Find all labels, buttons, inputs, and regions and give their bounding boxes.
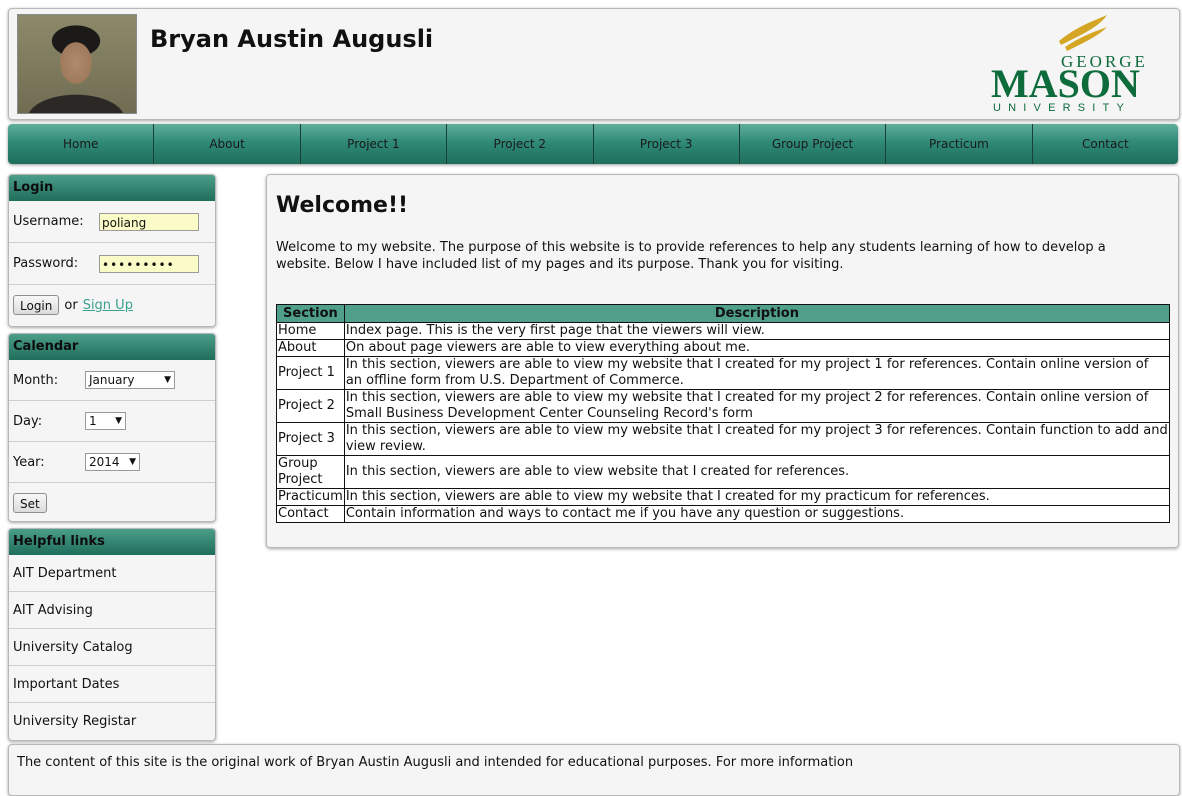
month-label: Month: — [13, 372, 59, 388]
table-cell-section: Group Project — [276, 455, 345, 489]
nav-group-project[interactable]: Group Project — [740, 124, 887, 164]
chevron-down-icon: ▼ — [164, 375, 171, 385]
day-row: Day: 1 ▼ — [9, 401, 215, 442]
link-university-registar[interactable]: University Registar — [9, 703, 215, 739]
main-nav: Home About Project 1 Project 2 Project 3… — [8, 124, 1178, 164]
table-cell-section: Practicum — [276, 488, 345, 506]
table-cell-section: Contact — [276, 505, 345, 523]
password-label: Password: — [13, 256, 79, 271]
nav-about[interactable]: About — [154, 124, 301, 164]
description-header: Description — [343, 304, 1171, 323]
or-text: or — [64, 297, 78, 313]
helpful-links-title: Helpful links — [9, 529, 215, 555]
password-input[interactable]: ••••••••• — [99, 254, 199, 273]
day-select[interactable]: 1 ▼ — [85, 412, 126, 430]
link-important-dates[interactable]: Important Dates — [9, 666, 215, 703]
day-value: 1 — [89, 414, 97, 428]
site-header: Bryan Austin Augusli GEORGE MASON UNIVER… — [8, 8, 1180, 120]
table-cell-section: Project 1 — [276, 356, 345, 390]
link-ait-advising[interactable]: AIT Advising — [9, 592, 215, 629]
table-row: Project 1 In this section, viewers are a… — [276, 356, 1171, 390]
table-cell-description: In this section, viewers are able to vie… — [343, 488, 1171, 506]
set-row: Set — [9, 483, 215, 523]
nav-contact[interactable]: Contact — [1033, 124, 1178, 164]
year-value: 2014 — [89, 455, 120, 469]
footer-text: The content of this site is the original… — [17, 755, 854, 770]
nav-project-3[interactable]: Project 3 — [594, 124, 740, 164]
calendar-box: Calendar Month: January ▼ Day: 1 ▼ Year:… — [8, 333, 216, 522]
table-row: Contact Contain information and ways to … — [276, 505, 1171, 523]
year-label: Year: — [13, 454, 45, 470]
signup-link[interactable]: Sign Up — [83, 298, 133, 313]
link-university-catalog[interactable]: University Catalog — [9, 629, 215, 666]
table-cell-description: On about page viewers are able to view e… — [343, 339, 1171, 357]
nav-project-2[interactable]: Project 2 — [447, 124, 594, 164]
intro-text: Welcome to my website. The purpose of th… — [276, 240, 1106, 272]
nav-practicum[interactable]: Practicum — [886, 124, 1033, 164]
table-cell-description: Index page. This is the very first page … — [343, 322, 1171, 340]
table-cell-section: Project 2 — [276, 389, 345, 423]
table-row: Practicum In this section, viewers are a… — [276, 488, 1171, 506]
link-ait-department[interactable]: AIT Department — [9, 555, 215, 592]
table-cell-description: In this section, viewers are able to vie… — [343, 422, 1171, 456]
username-row: Username: poliang — [9, 201, 215, 243]
login-actions-row: Login or Sign Up — [9, 285, 215, 325]
calendar-title: Calendar — [9, 334, 215, 360]
table-row: About On about page viewers are able to … — [276, 339, 1171, 357]
table-row: Project 3 In this section, viewers are a… — [276, 422, 1171, 456]
table-cell-description: In this section, viewers are able to vie… — [343, 389, 1171, 423]
table-cell-description: In this section, viewers are able to vie… — [343, 455, 1171, 489]
site-footer: The content of this site is the original… — [8, 744, 1180, 796]
username-input[interactable]: poliang — [99, 212, 199, 231]
table-cell-section: About — [276, 339, 345, 357]
month-select[interactable]: January ▼ — [85, 371, 175, 389]
table-cell-section: Home — [276, 322, 345, 340]
table-row: Home Index page. This is the very first … — [276, 322, 1171, 340]
helpful-links-box: Helpful links AIT Department AIT Advisin… — [8, 528, 216, 741]
login-box: Login Username: poliang Password: ••••••… — [8, 174, 216, 327]
pages-table: Section Description Home Index page. Thi… — [276, 304, 1171, 523]
table-cell-description: In this section, viewers are able to vie… — [343, 356, 1171, 390]
site-title: Bryan Austin Augusli — [150, 25, 434, 53]
year-row: Year: 2014 ▼ — [9, 442, 215, 483]
nav-home[interactable]: Home — [8, 124, 155, 164]
username-label: Username: — [13, 214, 84, 229]
table-row: Group Project In this section, viewers a… — [276, 455, 1171, 489]
chevron-down-icon: ▼ — [129, 457, 136, 467]
page-title: Welcome!! — [276, 193, 409, 218]
login-title: Login — [9, 175, 215, 201]
login-button[interactable]: Login — [13, 295, 60, 315]
logo-mason-text: MASON — [991, 61, 1140, 106]
year-select[interactable]: 2014 ▼ — [85, 453, 140, 471]
logo-university-text: UNIVERSITY — [993, 102, 1131, 113]
set-button[interactable]: Set — [13, 493, 47, 513]
month-row: Month: January ▼ — [9, 360, 215, 401]
nav-project-1[interactable]: Project 1 — [301, 124, 448, 164]
day-label: Day: — [13, 413, 43, 429]
main-content: Welcome!! Welcome to my website. The pur… — [266, 174, 1179, 548]
gmu-logo: GEORGE MASON UNIVERSITY — [991, 15, 1145, 113]
table-row: Project 2 In this section, viewers are a… — [276, 389, 1171, 423]
section-header: Section — [276, 304, 345, 323]
table-cell-section: Project 3 — [276, 422, 345, 456]
profile-photo — [17, 14, 137, 114]
password-row: Password: ••••••••• — [9, 243, 215, 285]
table-header-row: Section Description — [276, 304, 1171, 323]
chevron-down-icon: ▼ — [115, 416, 122, 426]
month-value: January — [89, 373, 135, 387]
table-cell-description: Contain information and ways to contact … — [343, 505, 1171, 523]
